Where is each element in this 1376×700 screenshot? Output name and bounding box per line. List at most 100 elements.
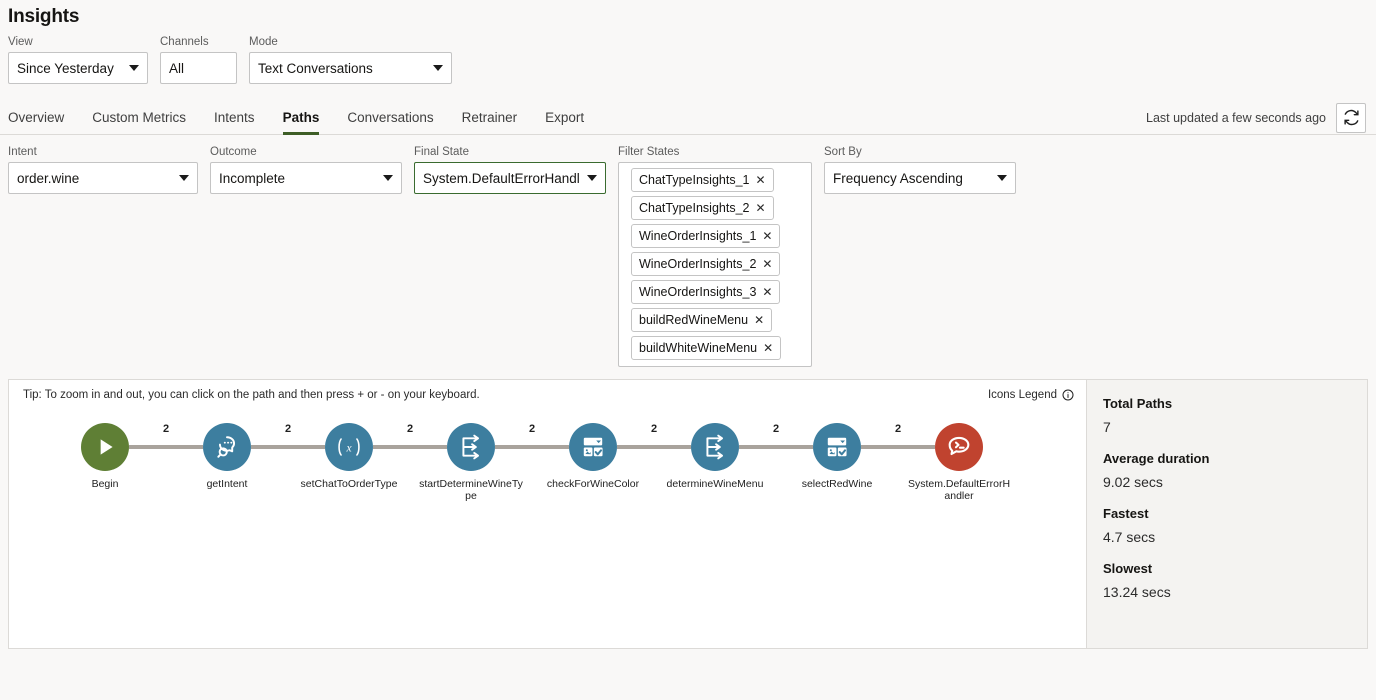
path-node-circle[interactable] [447,423,495,471]
svg-text:x: x [345,442,351,454]
path-node-label: startDetermineWineType [419,478,523,502]
path-node-circle[interactable] [81,423,129,471]
chip-remove-icon[interactable]: ✕ [756,174,766,186]
tab-custom-metrics[interactable]: Custom Metrics [78,110,200,135]
stat-item: Average duration 9.02 secs [1103,451,1367,490]
stat-label: Total Paths [1103,396,1173,411]
tip-text: Tip: To zoom in and out, you can click o… [23,389,480,401]
tab-list: Overview Custom Metrics Intents Paths Conver… [8,101,598,135]
outcome-label: Outcome [210,146,257,158]
secondary-filter-bar: Intent order.wine Outcome Incomplete Fin… [0,135,1376,367]
outcome-select[interactable]: Incomplete [210,162,402,194]
filter-state-chip[interactable]: WineOrderInsights_2 ✕ [631,252,781,276]
refresh-button[interactable] [1336,102,1366,133]
intent-field: Intent order.wine [8,146,198,194]
chip-remove-icon[interactable]: ✕ [762,230,772,242]
path-flow: Begin 2 getIntent 2 x setChatToOrderType 2 star… [9,423,1086,533]
sort-by-field: Sort By Frequency Ascending [824,146,1016,194]
chip-remove-icon[interactable]: ✕ [762,258,772,270]
tab-conversations[interactable]: Conversations [333,110,447,135]
top-filter-bar: View Since Yesterday Channels All Mode T… [0,28,1376,84]
chip-label: buildRedWineMenu [639,313,749,327]
content-area: Tip: To zoom in and out, you can click o… [8,379,1368,649]
chip-remove-icon[interactable]: ✕ [762,286,772,298]
last-updated-group: Last updated a few seconds ago [1146,102,1366,133]
outcome-value: Incomplete [219,170,286,186]
filter-state-chip[interactable]: buildRedWineMenu ✕ [631,308,773,332]
view-select[interactable]: Since Yesterday [8,52,148,84]
intent-detect-icon [217,436,236,458]
path-node-circle[interactable]: x [325,423,373,471]
flow-icon [462,434,480,460]
form-icon [827,437,847,457]
filter-states-label: Filter States [618,146,680,158]
tab-intents[interactable]: Intents [200,110,269,135]
mode-select[interactable]: Text Conversations [249,52,452,84]
chevron-down-icon [383,175,393,181]
path-node-circle[interactable] [569,423,617,471]
filter-state-chip[interactable]: WineOrderInsights_3 ✕ [631,280,781,304]
outcome-field: Outcome Incomplete [210,146,402,194]
tab-paths[interactable]: Paths [269,110,334,135]
tip-bar: Tip: To zoom in and out, you can click o… [9,380,1086,401]
tab-retrainer[interactable]: Retrainer [448,110,532,135]
final-state-field: Final State System.DefaultErrorHandl [414,146,606,194]
flow-icon [706,434,724,460]
icons-legend[interactable]: Icons Legend [988,389,1074,401]
final-state-value: System.DefaultErrorHandl [423,170,579,186]
chip-remove-icon[interactable]: ✕ [763,342,773,354]
tab-export[interactable]: Export [531,110,598,135]
channels-value: All [169,60,185,76]
view-value: Since Yesterday [17,60,114,76]
chip-label: ChatTypeInsights_2 [639,201,750,215]
filter-state-chip[interactable]: buildWhiteWineMenu ✕ [631,336,782,360]
stat-value: 4.7 secs [1103,529,1156,545]
final-state-label: Final State [414,146,469,158]
path-edge [373,445,447,449]
channels-field: Channels All [160,36,237,84]
chevron-down-icon [179,175,189,181]
path-edge [251,445,325,449]
chevron-down-icon [587,175,597,181]
path-edge [861,445,935,449]
path-node-label: selectRedWine [801,478,873,490]
path-node-label: setChatToOrderType [300,478,398,490]
path-node[interactable]: System.DefaultErrorHandler [907,423,1011,502]
chip-remove-icon[interactable]: ✕ [754,314,764,326]
stat-item: Slowest 13.24 secs [1103,561,1367,600]
chevron-down-icon [433,65,443,71]
chip-label: WineOrderInsights_1 [639,229,757,243]
variable-icon: x [338,438,360,456]
error-bubble-icon [948,436,970,456]
filter-states-field: Filter States ChatTypeInsights_1 ✕ ChatTyp… [618,146,812,367]
sort-by-select[interactable]: Frequency Ascending [824,162,1016,194]
stat-item: Fastest 4.7 secs [1103,506,1367,545]
path-node-circle[interactable] [691,423,739,471]
path-node-circle[interactable] [203,423,251,471]
path-edge [617,445,691,449]
path-edge [739,445,813,449]
intent-select[interactable]: order.wine [8,162,198,194]
mode-field: Mode Text Conversations [249,36,452,84]
chip-remove-icon[interactable]: ✕ [756,202,766,214]
chevron-down-icon [997,175,1007,181]
filter-states-box[interactable]: ChatTypeInsights_1 ✕ ChatTypeInsights_2 ✕ Wi… [618,162,812,367]
intent-value: order.wine [17,170,80,186]
filter-state-chip[interactable]: WineOrderInsights_1 ✕ [631,224,781,248]
icons-legend-label: Icons Legend [987,389,1057,401]
channels-input[interactable]: All [160,52,237,84]
path-edge [495,445,569,449]
tab-overview[interactable]: Overview [8,110,78,135]
stat-label: Slowest [1103,561,1153,576]
play-icon [100,439,113,455]
path-node-circle[interactable] [935,423,983,471]
stats-panel: Total Paths 7 Average duration 9.02 secs Fas… [1087,380,1367,648]
filter-state-chip[interactable]: ChatTypeInsights_1 ✕ [631,168,774,192]
mode-label: Mode [249,36,278,48]
path-diagram-panel[interactable]: Tip: To zoom in and out, you can click o… [9,380,1087,648]
chip-label: WineOrderInsights_3 [639,285,757,299]
final-state-select[interactable]: System.DefaultErrorHandl [414,162,606,194]
path-node-circle[interactable] [813,423,861,471]
path-node-label: determineWineMenu [666,478,764,490]
filter-state-chip[interactable]: ChatTypeInsights_2 ✕ [631,196,774,220]
